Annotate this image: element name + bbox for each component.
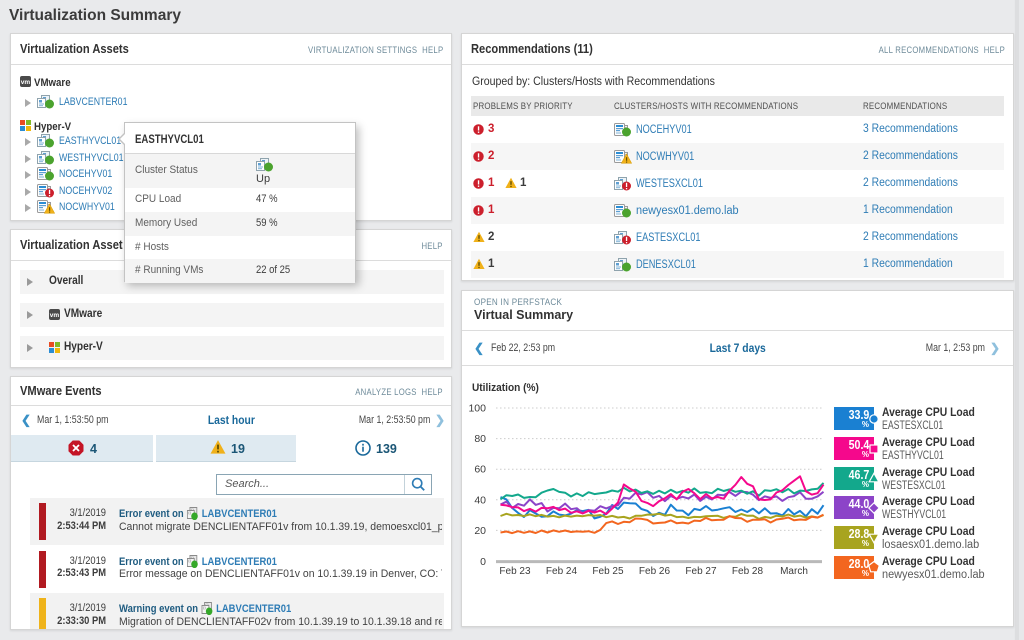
svg-text:Feb 26: Feb 26 <box>639 566 671 577</box>
svg-text:Feb 27: Feb 27 <box>685 566 717 577</box>
svg-text:vm: vm <box>21 79 31 86</box>
svg-text:March: March <box>780 566 808 577</box>
svg-text:80: 80 <box>474 433 486 445</box>
svg-text:Feb 28: Feb 28 <box>732 566 764 577</box>
svg-text:40: 40 <box>474 494 486 506</box>
svg-text:100: 100 <box>468 403 486 415</box>
svg-text:Feb 24: Feb 24 <box>546 566 578 577</box>
svg-text:60: 60 <box>474 464 486 476</box>
svg-text:0: 0 <box>480 556 486 568</box>
svg-text:20: 20 <box>474 525 486 537</box>
svg-text:vm: vm <box>50 312 60 319</box>
svg-text:Feb 25: Feb 25 <box>592 566 624 577</box>
svg-text:Feb 23: Feb 23 <box>499 566 531 577</box>
